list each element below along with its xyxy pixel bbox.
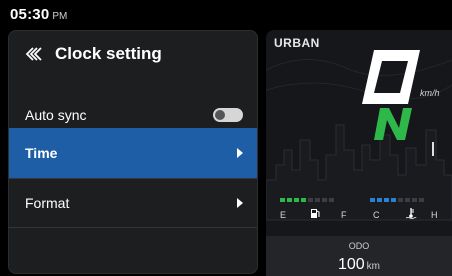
fuel-gauge-segment: [301, 198, 306, 202]
menu-item-label: Format: [25, 195, 70, 211]
temperature-gauge-segment: [419, 198, 424, 202]
back-double-chevron-icon[interactable]: [25, 46, 43, 62]
temperature-gauge-segment: [398, 198, 403, 202]
fuel-gauge-segment: [315, 198, 320, 202]
fuel-gauge-segment: [280, 198, 285, 202]
auto-sync-toggle[interactable]: [213, 108, 243, 122]
fuel-gauge-segment: [294, 198, 299, 202]
instrument-panel: URBAN km/h E F C H ODO 100 km: [266, 30, 452, 276]
menu-item-format[interactable]: Format: [9, 189, 257, 217]
fuel-gauge-segment: [287, 198, 292, 202]
menu-item-auto-sync[interactable]: Auto sync: [9, 103, 257, 127]
temperature-gauge-segment: [405, 198, 410, 202]
fuel-empty-label: E: [280, 210, 287, 220]
odometer-value: 100 km: [266, 256, 452, 274]
fuel-full-label: F: [341, 210, 347, 220]
tick-marker: [432, 142, 434, 156]
coolant-temperature-icon: [405, 208, 417, 219]
menu-item-label: Time: [25, 145, 58, 161]
page-title: Clock setting: [55, 44, 162, 63]
fuel-pump-icon: [311, 209, 320, 218]
fuel-gauge-segment: [329, 198, 334, 202]
fuel-gauge-segment: [308, 198, 313, 202]
speed-unit: km/h: [420, 88, 440, 98]
odometer-number: 100: [337, 256, 365, 273]
speed-readout: [362, 50, 420, 104]
gear-indicator-n: [374, 108, 412, 140]
odometer-unit: km: [366, 261, 381, 272]
clock-ampm: PM: [52, 11, 68, 22]
temperature-gauge-segment: [377, 198, 382, 202]
status-bar: 05:30 PM: [10, 6, 68, 23]
temperature-gauge-segment: [384, 198, 389, 202]
fuel-gauge-segment: [322, 198, 327, 202]
divider: [9, 227, 257, 228]
toggle-knob: [215, 110, 225, 120]
temperature-gauge-segment: [370, 198, 375, 202]
temp-cold-label: C: [373, 210, 380, 220]
temperature-gauge-segment: [412, 198, 417, 202]
menu-item-time[interactable]: Time: [9, 128, 257, 178]
temperature-gauge-bars: [370, 198, 424, 202]
temperature-gauge-segment: [391, 198, 396, 202]
odometer-label: ODO: [348, 241, 370, 251]
divider: [9, 178, 257, 179]
ride-mode-label: URBAN: [274, 36, 320, 50]
chevron-right-icon: [237, 148, 243, 158]
clock-setting-menu: Clock setting Auto sync Time Format: [8, 30, 258, 274]
fuel-gauge-bars: [280, 198, 334, 202]
clock-time: 05:30: [10, 6, 50, 23]
menu-item-label: Auto sync: [25, 107, 87, 123]
chevron-right-icon: [237, 198, 243, 208]
menu-header: Clock setting: [9, 31, 257, 77]
temp-hot-label: H: [431, 210, 438, 220]
